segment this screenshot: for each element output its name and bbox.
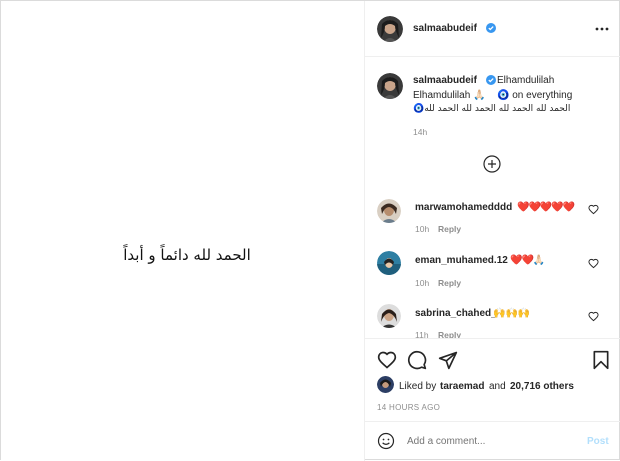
add-comment-bar: Post [365, 421, 620, 459]
comment-time[interactable]: 10h [415, 277, 429, 290]
comment-time[interactable]: 10h [415, 223, 429, 236]
comment-time[interactable]: 11h [415, 329, 429, 338]
post-image-text: الحمد لله دائماً و أبداً [123, 246, 251, 264]
author-avatar[interactable] [377, 16, 403, 42]
liked-by-joiner: and [489, 381, 506, 392]
comment-text: ❤️❤️🙏🏻 [510, 255, 545, 266]
save-bookmark-icon[interactable] [591, 350, 611, 370]
comment-text: ❤️❤️❤️❤️❤️ [517, 202, 575, 213]
post-header: salmaabudeif [365, 1, 620, 57]
comment-item: eman_muhamed.12 ❤️❤️🙏🏻 10h Reply [365, 247, 620, 299]
comment-like-icon[interactable] [588, 311, 599, 322]
post-side-panel: salmaabudeif salmaabudeif Elhamdulilah E… [365, 1, 620, 461]
plus-circle-icon [483, 155, 501, 173]
more-options-icon[interactable] [595, 22, 609, 36]
author-username[interactable]: salmaabudeif [413, 22, 477, 35]
liked-by-prefix: Liked by [399, 381, 437, 392]
caption-username[interactable]: salmaabudeif [413, 74, 477, 87]
comment-icon[interactable] [407, 350, 427, 370]
comment-avatar[interactable] [377, 199, 401, 223]
comment-like-icon[interactable] [588, 204, 599, 215]
post-timestamp[interactable]: 14 HOURS AGO [377, 401, 440, 414]
caption-line-3: 🧿الحمد لله الحمد لله الحمد لله الحمد لله [413, 104, 571, 114]
comment-like-icon[interactable] [588, 258, 599, 269]
comment-avatar[interactable] [377, 251, 401, 275]
like-icon[interactable] [377, 350, 397, 370]
load-more-comments-button[interactable] [483, 155, 501, 173]
post-modal: الحمد لله دائماً و أبداً salmaabudeif sa… [0, 0, 620, 461]
comment-reply-button[interactable]: Reply [438, 223, 461, 236]
comment-username[interactable]: eman_muhamed.12 [415, 254, 508, 267]
post-comment-button[interactable]: Post [587, 435, 609, 448]
caption-line-1: Elhamdulilah [497, 75, 555, 86]
comment-avatar[interactable] [377, 304, 401, 328]
caption-line-2b: 🧿 on everything [497, 90, 573, 101]
post-image[interactable]: الحمد لله دائماً و أبداً [1, 1, 365, 461]
comment-username[interactable]: marwamohamedddd [415, 201, 512, 214]
caption-time[interactable]: 14h [413, 126, 427, 139]
comment-username[interactable]: sabrina_chahed_ [415, 307, 497, 320]
comment-reply-button[interactable]: Reply [438, 329, 461, 338]
likes-count[interactable]: 20,716 others [510, 380, 574, 393]
liked-by-user[interactable]: taraemad [440, 380, 484, 393]
liked-by-avatar[interactable] [377, 376, 394, 393]
comment-item: sabrina_chahed_ 🙌🙌🙌 11h Reply [365, 300, 620, 338]
caption-avatar[interactable] [377, 73, 403, 99]
comment-text: 🙌🙌🙌 [493, 308, 531, 319]
verified-badge-icon [486, 23, 496, 33]
share-icon[interactable] [438, 350, 458, 370]
comment-item: marwamohamedddd ❤️❤️❤️❤️❤️ 10h Reply [365, 194, 620, 246]
comment-input[interactable] [407, 431, 577, 451]
comment-reply-button[interactable]: Reply [438, 277, 461, 290]
caption-verified-icon [486, 75, 496, 85]
emoji-icon[interactable] [377, 432, 395, 450]
caption-line-2a: Elhamdulilah 🙏🏻 [413, 90, 486, 101]
